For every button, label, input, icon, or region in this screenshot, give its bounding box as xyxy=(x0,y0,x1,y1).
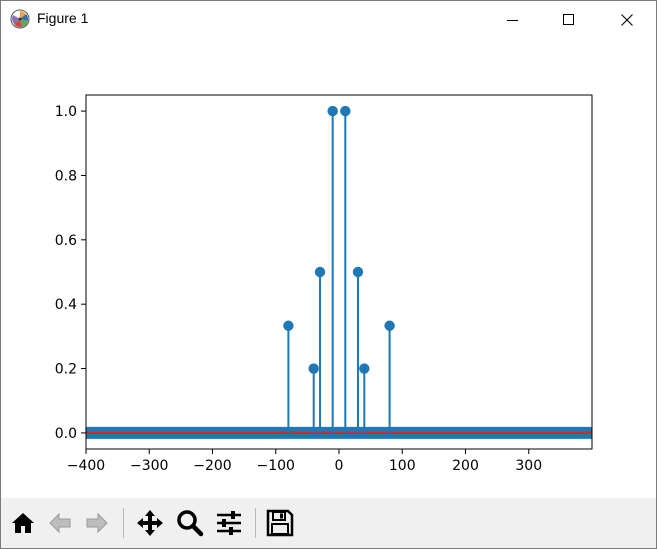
stem-marker xyxy=(340,105,351,117)
window-title: Figure 1 xyxy=(37,10,89,26)
y-tick-label: 1.0 xyxy=(55,104,77,120)
floppy-icon xyxy=(266,509,294,537)
maximize-icon xyxy=(563,14,574,25)
plot-background xyxy=(86,95,592,449)
zoom-button[interactable] xyxy=(174,507,206,539)
back-button[interactable] xyxy=(44,507,76,539)
close-button[interactable] xyxy=(598,1,656,39)
y-tick-label: 0.0 xyxy=(55,426,77,442)
navigation-toolbar xyxy=(1,498,656,548)
arrow-right-icon xyxy=(86,512,108,534)
y-tick-label: 0.6 xyxy=(55,233,77,249)
home-icon xyxy=(12,513,34,533)
home-button[interactable] xyxy=(7,507,39,539)
y-tick-label: 0.2 xyxy=(55,362,77,378)
stem-marker xyxy=(308,363,319,374)
toolbar-separator xyxy=(123,508,124,538)
x-tick-label: −400 xyxy=(67,458,105,474)
x-tick-label: −300 xyxy=(130,458,168,474)
forward-button[interactable] xyxy=(81,507,113,539)
stem-marker xyxy=(327,105,338,117)
stem-marker xyxy=(384,320,395,331)
save-button[interactable] xyxy=(264,507,296,539)
pan-button[interactable] xyxy=(134,507,166,539)
x-tick-label: 200 xyxy=(452,458,479,474)
maximize-button[interactable] xyxy=(540,1,598,39)
x-tick-label: 0 xyxy=(335,458,344,474)
y-tick-label: 0.4 xyxy=(55,297,77,313)
stem-marker xyxy=(352,266,364,278)
figure-window: Figure 1 −400 −300 −200 −100 0 100 200 300 0.0 0.… xyxy=(0,0,657,549)
move-icon xyxy=(137,510,163,536)
stem-marker xyxy=(359,363,370,374)
close-icon xyxy=(621,14,633,26)
y-tick-label: 0.8 xyxy=(55,168,77,184)
figure-canvas[interactable]: −400 −300 −200 −100 0 100 200 300 0.0 0.2 0.4 0.6 0.… xyxy=(1,39,656,497)
x-tick-label: −100 xyxy=(257,458,295,474)
title-bar[interactable]: Figure 1 xyxy=(1,1,656,39)
magnifier-icon xyxy=(177,510,204,537)
minimize-icon xyxy=(507,20,518,21)
stem-chart: −400 −300 −200 −100 0 100 200 300 0.0 0.2 0.4 0.6 0.… xyxy=(55,94,593,474)
arrow-left-icon xyxy=(49,512,71,534)
minimize-button[interactable] xyxy=(484,1,542,39)
toolbar-separator xyxy=(255,508,256,538)
x-tick-label: 100 xyxy=(389,458,416,474)
x-tick-label: 300 xyxy=(515,458,542,474)
stem-marker xyxy=(283,320,294,331)
x-tick-label: −200 xyxy=(193,458,231,474)
stem-marker xyxy=(314,266,326,278)
configure-subplots-button[interactable] xyxy=(213,507,245,539)
matplotlib-logo-icon xyxy=(10,9,30,29)
sliders-icon xyxy=(217,511,241,535)
